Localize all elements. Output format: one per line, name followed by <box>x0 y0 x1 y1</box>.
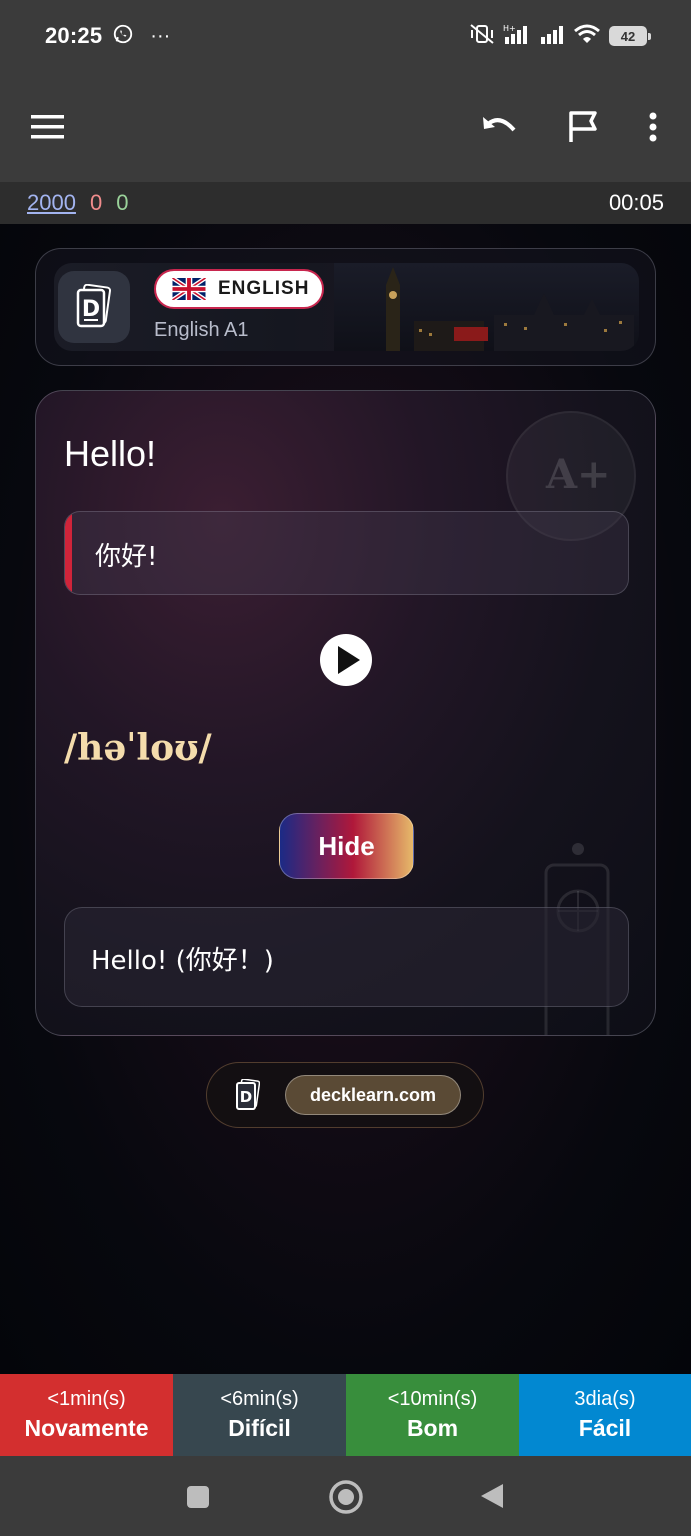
svg-text:D: D <box>240 1088 252 1106</box>
answer-again-label: Novamente <box>24 1415 149 1441</box>
answer-good-interval: <10min(s) <box>387 1388 478 1410</box>
answer-easy-button[interactable]: 3dia(s) Fácil <box>519 1374 691 1456</box>
answer-easy-interval: 3dia(s) <box>574 1388 636 1410</box>
translation-box: 你好! <box>64 511 629 595</box>
language-badge: ENGLISH <box>154 269 324 309</box>
more-vert-icon[interactable] <box>625 99 681 155</box>
undo-icon[interactable] <box>472 99 528 155</box>
play-icon <box>322 636 370 684</box>
signal-icon: H+ <box>503 23 531 50</box>
deck-header-banner: D ENGLISH English A1 <box>54 263 639 351</box>
london-skyline-image <box>334 263 639 351</box>
whatsapp-icon <box>112 23 134 50</box>
footer-logo: D <box>229 1077 265 1113</box>
system-nav-bar <box>0 1456 691 1536</box>
status-bar: 20:25 ··· H+ 42 <box>0 0 691 72</box>
answer-buttons: <1min(s) Novamente <6min(s) Difícil <10m… <box>0 1374 691 1456</box>
study-timer: 00:05 <box>608 190 664 215</box>
wifi-icon <box>573 23 601 50</box>
answer-easy-label: Fácil <box>578 1415 632 1441</box>
total-cards-count[interactable]: 2000 <box>27 190 76 216</box>
recents-icon[interactable] <box>184 1483 212 1511</box>
stats-bar: 2000 0 0 00:05 <box>0 182 691 224</box>
menu-icon[interactable] <box>20 99 76 155</box>
flag-icon[interactable] <box>556 99 612 155</box>
app-toolbar <box>0 72 691 182</box>
answer-hard-interval: <6min(s) <box>220 1388 299 1410</box>
answer-good-button[interactable]: <10min(s) Bom <box>346 1374 519 1456</box>
phonetic-transcription: /həˈloʊ/ <box>64 727 212 769</box>
app-logo: D <box>58 271 130 343</box>
translation-text: 你好! <box>95 542 158 572</box>
answer-good-label: Bom <box>406 1415 459 1441</box>
review-count: 0 <box>116 190 129 215</box>
grade-badge-text: A+ <box>546 451 611 498</box>
more-notifications-icon: ··· <box>150 24 171 47</box>
play-audio-button[interactable] <box>320 634 372 686</box>
example-text: Hello! (你好！) <box>91 946 274 976</box>
deck-name: English A1 <box>154 319 249 341</box>
vibrate-off-icon <box>469 23 495 50</box>
card-content-area: D ENGLISH English A1 A+ Hello! 你好! /həˈl… <box>0 224 691 1374</box>
card-front-text: Hello! <box>64 433 157 474</box>
deck-header: D ENGLISH English A1 <box>35 248 656 366</box>
flashcard: A+ Hello! 你好! /həˈloʊ/ Hide Hello! (你好！) <box>35 390 656 1036</box>
language-label: ENGLISH <box>218 278 310 299</box>
example-box: Hello! (你好！) <box>64 907 629 1007</box>
hide-answer-button[interactable]: Hide <box>279 813 414 879</box>
svg-text:D: D <box>82 297 100 322</box>
home-icon[interactable] <box>327 1478 365 1516</box>
website-link[interactable]: decklearn.com <box>285 1075 461 1115</box>
answer-again-button[interactable]: <1min(s) Novamente <box>0 1374 173 1456</box>
svg-text:H+: H+ <box>503 24 516 33</box>
battery-icon: 42 <box>609 26 651 46</box>
answer-hard-button[interactable]: <6min(s) Difícil <box>173 1374 346 1456</box>
footer-branding: D decklearn.com <box>206 1062 484 1128</box>
learning-count: 0 <box>89 190 103 215</box>
status-time: 20:25 <box>45 23 103 48</box>
signal-icon-2 <box>539 23 565 50</box>
uk-flag-icon <box>172 278 206 300</box>
back-icon[interactable] <box>478 1481 506 1511</box>
answer-again-interval: <1min(s) <box>47 1388 126 1410</box>
answer-hard-label: Difícil <box>228 1415 291 1441</box>
